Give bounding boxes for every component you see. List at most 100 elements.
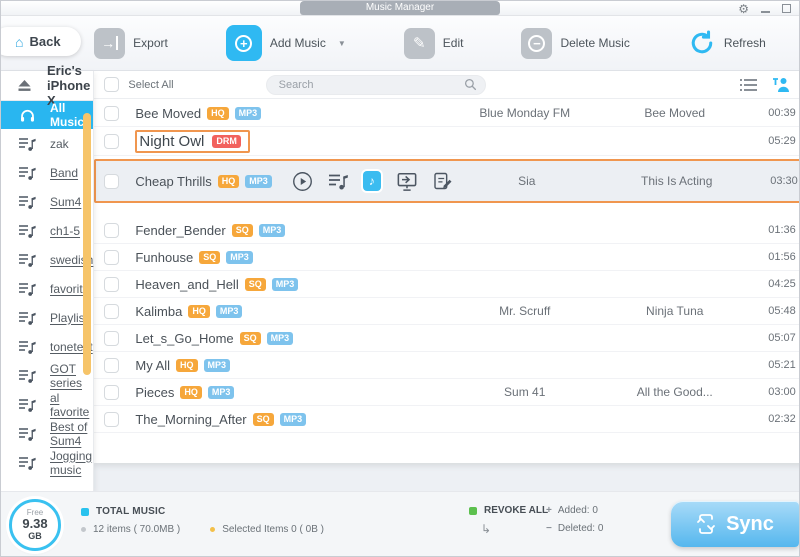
- window-title: Music Manager: [300, 1, 500, 15]
- song-row[interactable]: Bee Moved HQ MP3 Blue Monday FM Bee Move…: [94, 100, 799, 127]
- search-box[interactable]: [265, 74, 486, 95]
- song-duration: 00:39: [768, 107, 796, 119]
- export-to-pc-icon[interactable]: [396, 171, 418, 191]
- chevron-down-icon[interactable]: ▼: [338, 39, 346, 48]
- format-badge: MP3: [234, 106, 262, 120]
- quality-badge: DRM: [212, 134, 241, 148]
- song-title: Bee Moved: [135, 105, 202, 121]
- song-row[interactable]: Pieces HQ MP3 Sum 41 All the Good... 03:…: [94, 379, 799, 406]
- song-title: Night Owl: [139, 132, 205, 150]
- format-badge: MP3: [207, 385, 235, 399]
- sidebar-item-playlist[interactable]: Playlist: [1, 303, 93, 332]
- song-row[interactable]: Funhouse SQ MP3 01:56: [94, 244, 799, 271]
- row-checkbox[interactable]: [104, 357, 120, 373]
- playlist-icon: [19, 369, 36, 383]
- add-to-playlist-icon[interactable]: [328, 173, 348, 190]
- song-row[interactable]: Let_s_Go_Home SQ MP3 05:07: [94, 325, 799, 352]
- playlist-icon: [19, 282, 36, 296]
- row-checkbox[interactable]: [104, 303, 120, 319]
- row-checkbox[interactable]: [104, 133, 120, 149]
- revoke-all-label[interactable]: REVOKE ALL: [484, 505, 548, 516]
- list-view-icon[interactable]: [739, 78, 757, 92]
- device-header[interactable]: Eric's iPhone X: [1, 63, 94, 108]
- edit-label: Edit: [442, 36, 464, 50]
- artist-view-icon[interactable]: [772, 77, 789, 92]
- select-all-checkbox[interactable]: [104, 77, 120, 92]
- song-title: The_Morning_After: [135, 411, 247, 427]
- song-row[interactable]: My All HQ MP3 05:21: [94, 352, 799, 379]
- row-checkbox[interactable]: [104, 411, 120, 427]
- sync-button[interactable]: Sync: [671, 501, 799, 547]
- sidebar-item-got-series[interactable]: GOT series: [1, 361, 93, 390]
- row-checkbox[interactable]: [104, 384, 120, 400]
- delete-music-button[interactable]: − Delete Music: [521, 27, 630, 59]
- selected-items: Selected Items 0 ( 0B ): [222, 524, 324, 535]
- sidebar-item-sum4[interactable]: Sum4: [1, 187, 93, 216]
- song-album: This Is Acting: [641, 174, 713, 188]
- edit-button[interactable]: ✎ Edit: [403, 27, 464, 59]
- maximize-icon[interactable]: [782, 4, 791, 13]
- song-duration: 03:00: [768, 386, 796, 398]
- search-input[interactable]: [278, 78, 464, 91]
- row-checkbox[interactable]: [104, 249, 120, 265]
- row-checkbox[interactable]: [104, 330, 120, 346]
- song-row[interactable]: Cheap Thrills HQ MP3 ♪ Sia This Is Actin…: [94, 159, 799, 203]
- revoke-all-bullet: [469, 506, 477, 515]
- send-to-device-icon[interactable]: ♪: [362, 171, 381, 191]
- sidebar-item-swedish[interactable]: swedish: [1, 245, 93, 274]
- total-music-label: TOTAL MUSIC: [96, 506, 166, 517]
- items-count-bullet: [81, 527, 86, 532]
- sidebar-item-band[interactable]: Band: [1, 158, 93, 187]
- format-badge: MP3: [245, 174, 272, 188]
- song-duration: 03:30: [770, 175, 798, 187]
- sidebar-item-best-of-sum4[interactable]: Best of Sum4: [1, 419, 93, 448]
- app-window: Music Manager ⚙ ⌂ Back → Export + Add Mu…: [0, 0, 800, 557]
- playlist-icon: [19, 311, 36, 325]
- back-button[interactable]: ⌂ Back: [1, 27, 81, 56]
- format-badge: MP3: [215, 304, 243, 318]
- sidebar-item-tonetest[interactable]: tonetest: [1, 332, 93, 361]
- add-music-button[interactable]: + Add Music ▼: [225, 25, 346, 61]
- playlist-icon: [19, 195, 36, 209]
- export-button[interactable]: → Export: [94, 27, 168, 59]
- refresh-label: Refresh: [723, 36, 766, 50]
- settings-gear-icon[interactable]: ⚙: [738, 3, 749, 15]
- sidebar-item-zak[interactable]: zak: [1, 129, 93, 158]
- song-row[interactable]: The_Morning_After SQ MP3 02:32: [94, 406, 799, 433]
- row-checkbox[interactable]: [104, 105, 120, 121]
- add-music-label: Add Music: [269, 36, 326, 50]
- sidebar-item-favorite[interactable]: favorite: [1, 274, 93, 303]
- sidebar-item-jogging-music[interactable]: Jogging music: [1, 448, 93, 477]
- song-row[interactable]: Kalimba HQ MP3 Mr. Scruff Ninja Tuna 05:…: [94, 298, 799, 325]
- sidebar: Eric's iPhone X All Music zak Band Sum4 …: [1, 63, 95, 491]
- sync-label: Sync: [726, 512, 774, 535]
- sidebar-list: All Music zak Band Sum4 ch1-5 swedish fa…: [1, 101, 94, 477]
- row-checkbox[interactable]: [104, 276, 120, 292]
- search-icon[interactable]: [464, 78, 477, 91]
- selected-items-bullet: [210, 527, 216, 532]
- row-checkbox[interactable]: [104, 173, 120, 189]
- refresh-button[interactable]: Refresh: [688, 29, 766, 57]
- deleted-count: Deleted: 0: [557, 523, 604, 534]
- song-duration: 05:29: [768, 135, 796, 147]
- home-icon: ⌂: [15, 33, 24, 50]
- format-badge: MP3: [203, 358, 231, 372]
- song-row[interactable]: Night Owl DRM 05:29: [94, 127, 799, 156]
- eject-icon[interactable]: [17, 79, 32, 92]
- edit-song-icon[interactable]: [433, 171, 452, 191]
- minimize-icon[interactable]: [761, 10, 770, 13]
- sidebar-item-ch1-5[interactable]: ch1-5: [1, 216, 93, 245]
- total-music-bullet: [81, 507, 89, 516]
- headphones-icon: [19, 108, 36, 123]
- row-checkbox[interactable]: [104, 222, 120, 238]
- sidebar-item-al-favorite[interactable]: al favorite: [1, 390, 93, 419]
- song-row[interactable]: Heaven_and_Hell SQ MP3 04:25: [94, 271, 799, 298]
- song-row[interactable]: Fender_Bender SQ MP3 01:36: [94, 217, 799, 244]
- song-artist: Sia: [518, 174, 536, 188]
- song-duration: 02:32: [768, 413, 796, 425]
- play-icon[interactable]: [292, 171, 313, 192]
- quality-badge: SQ: [244, 277, 266, 291]
- song-album: Bee Moved: [644, 106, 706, 120]
- free-unit: GB: [28, 530, 42, 541]
- sidebar-scrollbar[interactable]: [83, 113, 92, 375]
